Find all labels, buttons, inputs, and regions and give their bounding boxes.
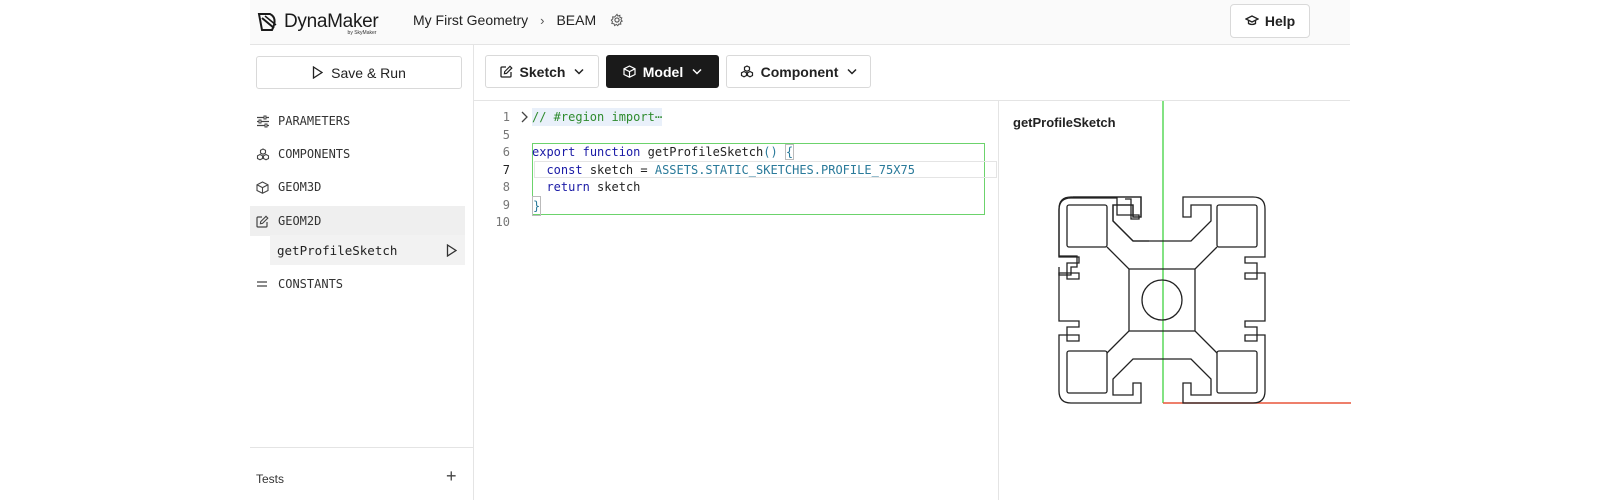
code-line[interactable]: 7 const sketch = ASSETS.STATIC_SKETCHES.… — [474, 161, 997, 179]
sidebar-item-geom2d[interactable]: GEOM2D — [250, 206, 465, 236]
sidebar-subitem-getprofilesketch[interactable]: getProfileSketch — [270, 235, 465, 265]
line-number: 9 — [502, 198, 510, 212]
sidebar-item-constants[interactable]: CONSTANTS — [250, 269, 465, 299]
sidebar-subitem-label: getProfileSketch — [277, 242, 398, 258]
sketch-label: Sketch — [519, 63, 566, 80]
sketch-viewer[interactable]: getProfileSketch — [998, 101, 1351, 500]
code-line[interactable]: 10 — [474, 213, 997, 231]
code-keyword: return — [546, 180, 590, 194]
code-line[interactable]: 6 export function getProfileSketch() { — [474, 143, 997, 161]
aluminium-profile-shape — [1058, 196, 1266, 404]
logo-icon — [257, 13, 277, 31]
code-line[interactable]: 8 return sketch — [474, 178, 997, 196]
line-number: 6 — [502, 145, 510, 159]
help-button[interactable]: Help — [1230, 4, 1310, 38]
line-number: 5 — [502, 128, 510, 142]
sliders-icon — [257, 115, 269, 127]
line-number: 7 — [502, 163, 510, 177]
components-icon — [740, 65, 753, 78]
sidebar-item-components[interactable]: COMPONENTS — [250, 139, 465, 169]
components-icon — [256, 147, 270, 160]
sketch-dropdown-button[interactable]: Sketch — [485, 55, 599, 88]
tests-label: Tests — [256, 472, 285, 486]
sidebar-item-label: COMPONENTS — [278, 147, 351, 161]
sidebar-item-label: GEOM3D — [278, 180, 322, 194]
sidebar-item-geom3d[interactable]: GEOM3D — [250, 172, 465, 202]
graduation-cap-icon — [1244, 15, 1259, 26]
sidebar-item-parameters[interactable]: PARAMETERS — [250, 106, 465, 136]
component-dropdown-button[interactable]: Component — [726, 55, 871, 88]
code-text: return sketch — [532, 178, 640, 196]
code-keyword: const — [546, 163, 583, 177]
chevron-right-icon: › — [540, 12, 545, 28]
app-window: DynaMaker by SkyMaker My First Geometry … — [250, 0, 1351, 500]
help-label: Help — [1264, 13, 1296, 29]
save-and-run-label: Save & Run — [331, 64, 406, 81]
equals-icon — [257, 281, 267, 287]
play-icon — [312, 66, 324, 79]
sidebar-item-label: GEOM2D — [278, 214, 322, 228]
top-header: DynaMaker by SkyMaker My First Geometry … — [250, 0, 1350, 45]
code-text: export function getProfileSketch() { — [532, 143, 795, 161]
logo-subtitle: by SkyMaker — [347, 30, 377, 36]
chevron-down-icon — [574, 68, 584, 75]
play-icon[interactable] — [446, 243, 457, 257]
code-constant: ASSETS.STATIC_SKETCHES.PROFILE_75X75 — [654, 163, 915, 177]
line-number: 1 — [502, 110, 510, 124]
model-label: Model — [642, 63, 684, 80]
save-and-run-button[interactable]: Save & Run — [256, 56, 462, 89]
code-function-name: getProfileSketch — [647, 145, 764, 159]
gear-icon[interactable] — [610, 13, 624, 27]
editor-toolbar: Sketch Model Component — [474, 45, 1350, 101]
code-parens: () — [763, 145, 778, 159]
profile-sketch-canvas[interactable] — [999, 101, 1351, 500]
sidebar-item-label: PARAMETERS — [278, 114, 351, 128]
sidebar-item-label: CONSTANTS — [278, 277, 344, 291]
breadcrumb-project[interactable]: My First Geometry — [413, 12, 528, 28]
component-label: Component — [760, 63, 839, 80]
code-line[interactable]: 5 — [474, 126, 997, 144]
code-line[interactable]: 9 } — [474, 196, 997, 216]
code-text: const sketch = ASSETS.STATIC_SKETCHES.PR… — [532, 161, 915, 179]
code-keyword: function — [582, 145, 641, 159]
add-test-icon[interactable]: + — [446, 466, 457, 487]
model-dropdown-button[interactable]: Model — [606, 55, 719, 88]
edit-icon — [499, 65, 513, 78]
sidebar: Save & Run PARAMETERS COMPONENTS GEOM3D … — [250, 45, 474, 500]
chevron-down-icon — [847, 68, 857, 75]
edit-icon — [256, 215, 269, 228]
tests-section: Tests + — [250, 447, 473, 501]
code-comment: // #region import⋯ — [532, 108, 663, 126]
cube-icon — [256, 180, 269, 194]
code-editor[interactable]: 1 // #region import⋯ 5 6 export function… — [474, 101, 997, 500]
breadcrumb: My First Geometry › BEAM — [413, 12, 624, 28]
code-brace: { — [784, 144, 795, 160]
line-number: 10 — [495, 215, 510, 229]
cube-icon — [623, 65, 636, 78]
code-identifier: sketch = — [589, 163, 648, 177]
line-number: 8 — [502, 180, 510, 194]
chevron-right-icon[interactable] — [521, 111, 528, 123]
chevron-down-icon — [692, 68, 702, 75]
code-keyword: export — [532, 145, 576, 159]
breadcrumb-component[interactable]: BEAM — [556, 12, 596, 28]
code-identifier: sketch — [597, 180, 641, 194]
code-line[interactable]: 1 // #region import⋯ — [474, 108, 997, 126]
dynamaker-logo[interactable]: DynaMaker by SkyMaker — [256, 8, 379, 36]
